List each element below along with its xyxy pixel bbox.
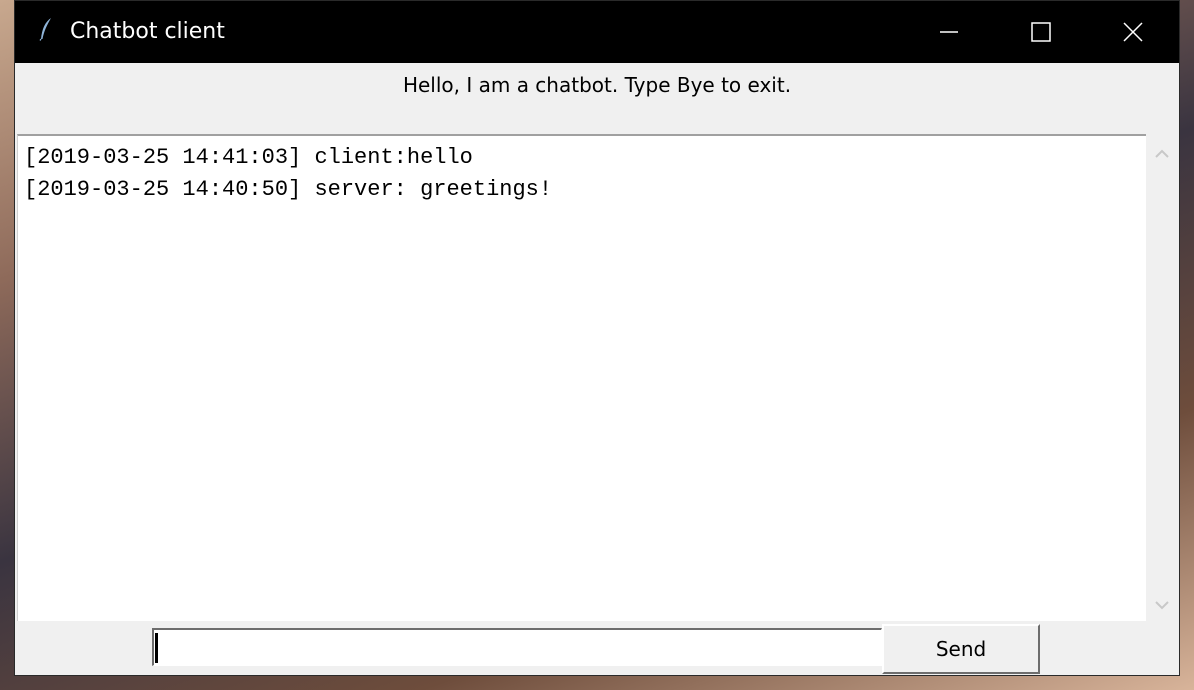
greeting-label: Hello, I am a chatbot. Type Bye to exit. [402,73,792,97]
close-button[interactable] [1087,1,1179,63]
composer-bar: Send [15,621,1179,675]
chat-scrollbar[interactable] [1146,134,1178,621]
send-button[interactable]: Send [882,624,1040,674]
chat-message: [2019-03-25 14:40:50] server: greetings! [24,177,553,202]
text-caret [155,633,158,663]
chat-log[interactable]: [2019-03-25 14:41:03] client:hello [2019… [17,134,1146,621]
maximize-button[interactable] [995,1,1087,63]
window-title: Chatbot client [70,19,225,44]
chevron-down-icon [1154,596,1170,615]
chat-message: [2019-03-25 14:41:03] client:hello [24,145,473,170]
title-bar[interactable]: Chatbot client [15,1,1179,63]
message-input[interactable] [152,628,882,666]
close-icon [1123,22,1143,42]
chatbot-window: Chatbot client Hello, I am a chatbot. Ty… [14,0,1180,676]
scroll-up-button[interactable] [1146,138,1178,170]
chevron-up-icon [1154,145,1170,164]
minimize-button[interactable] [903,1,995,63]
scroll-down-button[interactable] [1146,589,1178,621]
feather-icon [39,17,53,41]
minimize-icon [939,22,959,42]
maximize-icon [1031,22,1051,42]
